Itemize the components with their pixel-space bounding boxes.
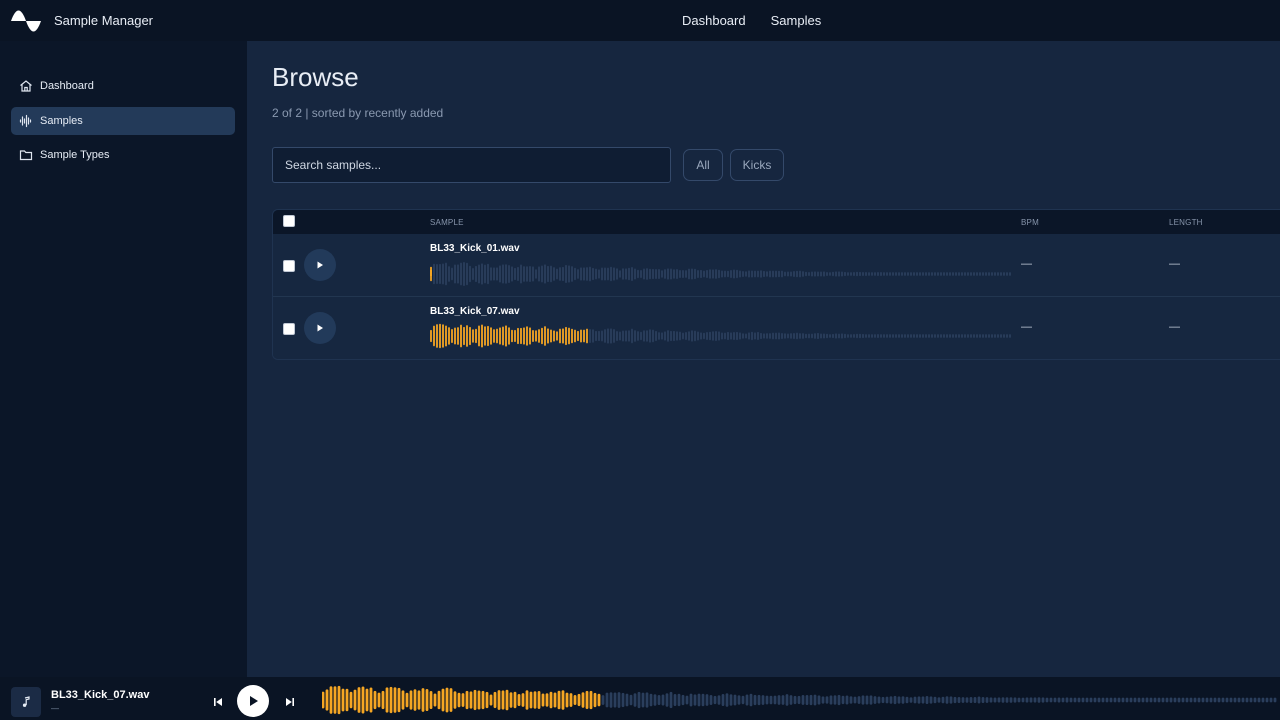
top-nav: Dashboard Samples: [682, 0, 821, 41]
play-icon: [317, 261, 323, 269]
next-button[interactable]: [283, 695, 297, 709]
result-summary: 2 of 2 | sorted by recently added: [272, 106, 444, 120]
folder-icon: [18, 147, 34, 163]
row-checkbox[interactable]: [283, 323, 295, 335]
length-value: —: [1169, 321, 1180, 333]
row-checkbox[interactable]: [283, 260, 295, 272]
row-play-button[interactable]: [304, 312, 336, 344]
sidebar-item-sample-types[interactable]: Sample Types: [11, 141, 235, 169]
previous-button[interactable]: [211, 695, 225, 709]
column-header-bpm[interactable]: BPM: [1021, 218, 1039, 227]
sample-name: BL33_Kick_01.wav: [430, 243, 520, 254]
skip-back-icon: [214, 698, 222, 706]
skip-forward-icon: [286, 698, 294, 706]
audio-player: BL33_Kick_07.wav —: [0, 677, 1280, 720]
bpm-value: —: [1021, 258, 1032, 270]
top-bar: Sample Manager Dashboard Samples: [0, 0, 1280, 41]
table-row[interactable]: BL33_Kick_01.wav — —: [273, 234, 1280, 297]
sidebar-item-label: Sample Types: [40, 149, 110, 161]
playhead: [430, 270, 432, 276]
sidebar: Dashboard Samples Sample Types: [0, 41, 247, 677]
samples-table: SAMPLE BPM LENGTH BL33_Kick_01.wav — — B…: [272, 209, 1280, 360]
table-header: SAMPLE BPM LENGTH: [273, 210, 1280, 234]
row-play-button[interactable]: [304, 249, 336, 281]
topnav-dashboard-link[interactable]: Dashboard: [682, 13, 746, 28]
track-artwork: [11, 687, 41, 717]
brand[interactable]: Sample Manager: [10, 10, 610, 32]
play-pause-button[interactable]: [237, 685, 269, 717]
filter-kicks-button[interactable]: Kicks: [730, 149, 784, 181]
app-name: Sample Manager: [54, 13, 153, 28]
column-header-length[interactable]: LENGTH: [1169, 218, 1203, 227]
page-title: Browse: [272, 62, 359, 92]
table-row[interactable]: BL33_Kick_07.wav — —: [273, 297, 1280, 359]
sample-waveform[interactable]: [430, 322, 1014, 350]
sidebar-item-label: Samples: [40, 115, 83, 127]
search-input[interactable]: [272, 147, 671, 183]
sidebar-item-samples[interactable]: Samples: [11, 107, 235, 135]
waveform-icon: [18, 113, 34, 129]
logo-icon: [11, 10, 41, 31]
play-icon: [317, 324, 323, 332]
column-header-sample[interactable]: SAMPLE: [430, 218, 464, 227]
now-playing-subtitle: —: [51, 704, 59, 713]
length-value: —: [1169, 258, 1180, 270]
music-note-icon: [22, 696, 30, 707]
filter-all-button[interactable]: All: [683, 149, 723, 181]
sample-waveform[interactable]: [430, 260, 1014, 288]
now-playing-title: BL33_Kick_07.wav: [51, 689, 150, 701]
sidebar-item-label: Dashboard: [40, 80, 94, 92]
topnav-samples-link[interactable]: Samples: [771, 13, 822, 28]
sample-name: BL33_Kick_07.wav: [430, 306, 520, 317]
sidebar-item-dashboard[interactable]: Dashboard: [11, 72, 235, 100]
home-icon: [18, 78, 34, 94]
bpm-value: —: [1021, 321, 1032, 333]
select-all-checkbox[interactable]: [283, 215, 295, 227]
play-icon: [249, 696, 258, 706]
player-waveform[interactable]: [322, 685, 1280, 715]
main-panel: Browse 2 of 2 | sorted by recently added…: [247, 41, 1280, 677]
